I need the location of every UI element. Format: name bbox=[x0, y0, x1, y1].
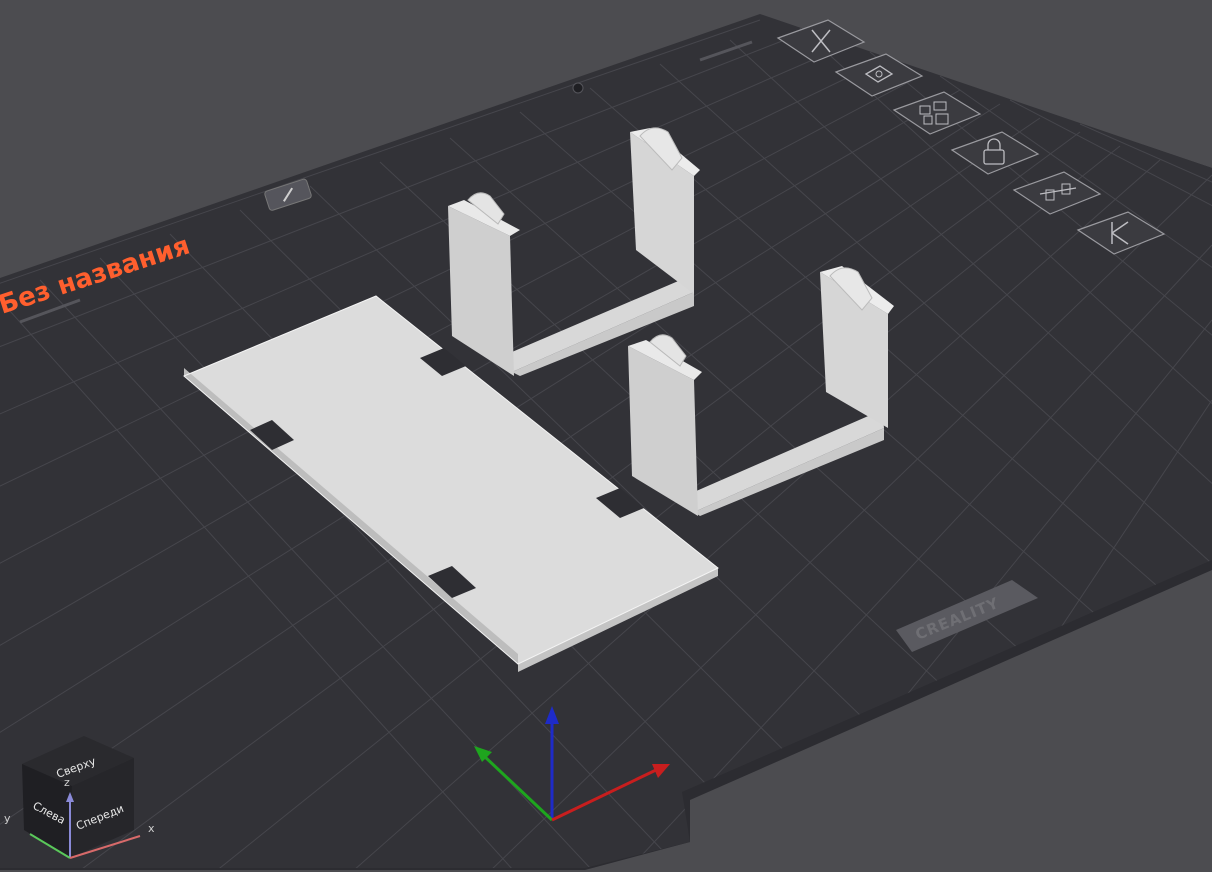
build-plate[interactable] bbox=[0, 14, 1212, 872]
3d-viewport[interactable]: Без названия CREALITY Сверху Слева Спере… bbox=[0, 0, 1212, 872]
view-cube-z-letter: z bbox=[64, 776, 70, 789]
plate-hole bbox=[572, 82, 584, 94]
view-cube-y-letter: y bbox=[4, 812, 11, 825]
view-cube-x-letter: x bbox=[148, 822, 155, 835]
